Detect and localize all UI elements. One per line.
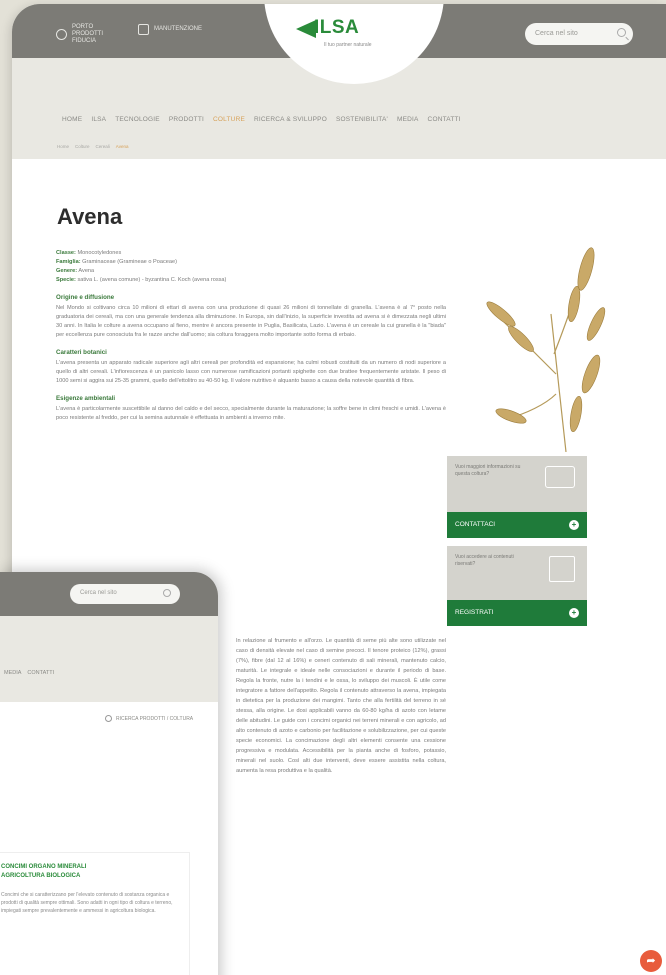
overlay-top-bar: Cerca nel sito [0,572,218,616]
main-nav: HOME ILSA TECNOLOGIE PRODOTTI COLTURE RICERCA… [62,116,461,123]
breadcrumb-item[interactable]: Home [57,144,69,149]
top-link-1[interactable]: PORTO PRODOTTI FIDUCIA [56,24,112,45]
overlay-search-input[interactable]: Cerca nel sito [70,584,180,604]
nav-item-prodotti[interactable]: PRODOTTI [169,116,204,123]
nav-item-contatti[interactable]: CONTATTI [428,116,461,123]
lower-text: In relazione al frumento e all'orzo. Le … [236,638,446,774]
oat-plant-image [486,247,606,452]
breadcrumb-item[interactable]: Colture [75,144,90,149]
product-card[interactable]: CONCIMI ORGANO MINERALI AGRICOLTURA BIOL… [0,852,190,975]
share-button[interactable]: ➦ [640,950,662,972]
nav-item-ricerca-sviluppo[interactable]: RICERCA & SVILUPPO [254,116,327,123]
overlay-nav: MEDIA CONTATTI [4,670,54,676]
globe-icon [56,29,67,40]
contact-button[interactable]: CONTATTACI + [447,512,587,538]
section-body-esigenze: L'avena è particolarmente suscettibile a… [56,406,446,421]
section-title-botanici: Caratteri botanici [56,349,107,356]
overlay-nav-item[interactable]: CONTATTI [27,670,54,676]
logo-arrow-icon [296,20,316,38]
breadcrumb: Home Colture Cereali Avena [57,144,128,149]
search-input[interactable]: Cerca nel sito [525,23,633,45]
expand-icon [549,556,575,582]
page-title: Avena [57,204,123,229]
product-card-body: Concimi che si caratterizzano per l'elev… [1,892,173,914]
nav-item-colture[interactable]: COLTURE [213,116,245,123]
chat-icon [545,466,575,488]
nav-item-sostenibilita-[interactable]: SOSTENIBILITA' [336,116,388,123]
logo[interactable]: ILSA Il tuo partner naturale [264,4,444,84]
nav-item-home[interactable]: HOME [62,116,82,123]
search-icon[interactable] [617,28,626,37]
overlay-header: Cerca nel sito MEDIA CONTATTI [0,572,218,702]
top-link-2[interactable]: MANUTENZIONE [138,24,202,35]
overlay-nav-item[interactable]: MEDIA [4,670,21,676]
section-body-origine: Nel Mondo si coltivano circa 10 milioni … [56,305,446,338]
section-body-botanici: L'avena presenta un apparato radicale su… [56,360,446,384]
crop-description: Classe: Monocotyledones Famiglia: Gramin… [56,249,446,423]
section-title-esigenze: Esigenze ambientali [56,395,116,402]
contact-card: Vuoi maggiori informazioni su questa col… [447,456,587,538]
product-card-title: CONCIMI ORGANO MINERALI AGRICOLTURA BIOL… [1,864,87,879]
breadcrumb-item[interactable]: Cereali [96,144,110,149]
search-icon[interactable] [163,589,171,597]
nav-item-tecnologie[interactable]: TECNOLOGIE [115,116,160,123]
genere-row: Genere: Avena [56,268,95,274]
classe-row: Classe: Monocotyledones [56,250,122,256]
plus-icon: + [569,608,579,618]
product-search-link[interactable]: RICERCA PRODOTTI / COLTURA [105,715,193,722]
register-card: Vuoi accedere ai contenuti riservati? RE… [447,546,587,626]
overlay-device-page: Cerca nel sito MEDIA CONTATTI RICERCA PRO… [0,572,218,975]
nav-item-ilsa[interactable]: ILSA [91,116,106,123]
register-button[interactable]: REGISTRATI + [447,600,587,626]
nav-item-media[interactable]: MEDIA [397,116,419,123]
site-header: PORTO PRODOTTI FIDUCIA MANUTENZIONE Cerc… [12,4,666,159]
famiglia-row: Famiglia: Graminaceae (Gramineae o Poace… [56,259,177,265]
share-icon: ➦ [646,955,656,967]
plus-icon: + [569,520,579,530]
breadcrumb-item: Avena [115,144,129,149]
grid-icon [138,24,149,35]
specie-row: Specie: sativa L. (avena comune) - byzan… [56,277,227,283]
search-icon [105,715,112,722]
section-title-origine: Origine e diffusione [56,294,115,301]
